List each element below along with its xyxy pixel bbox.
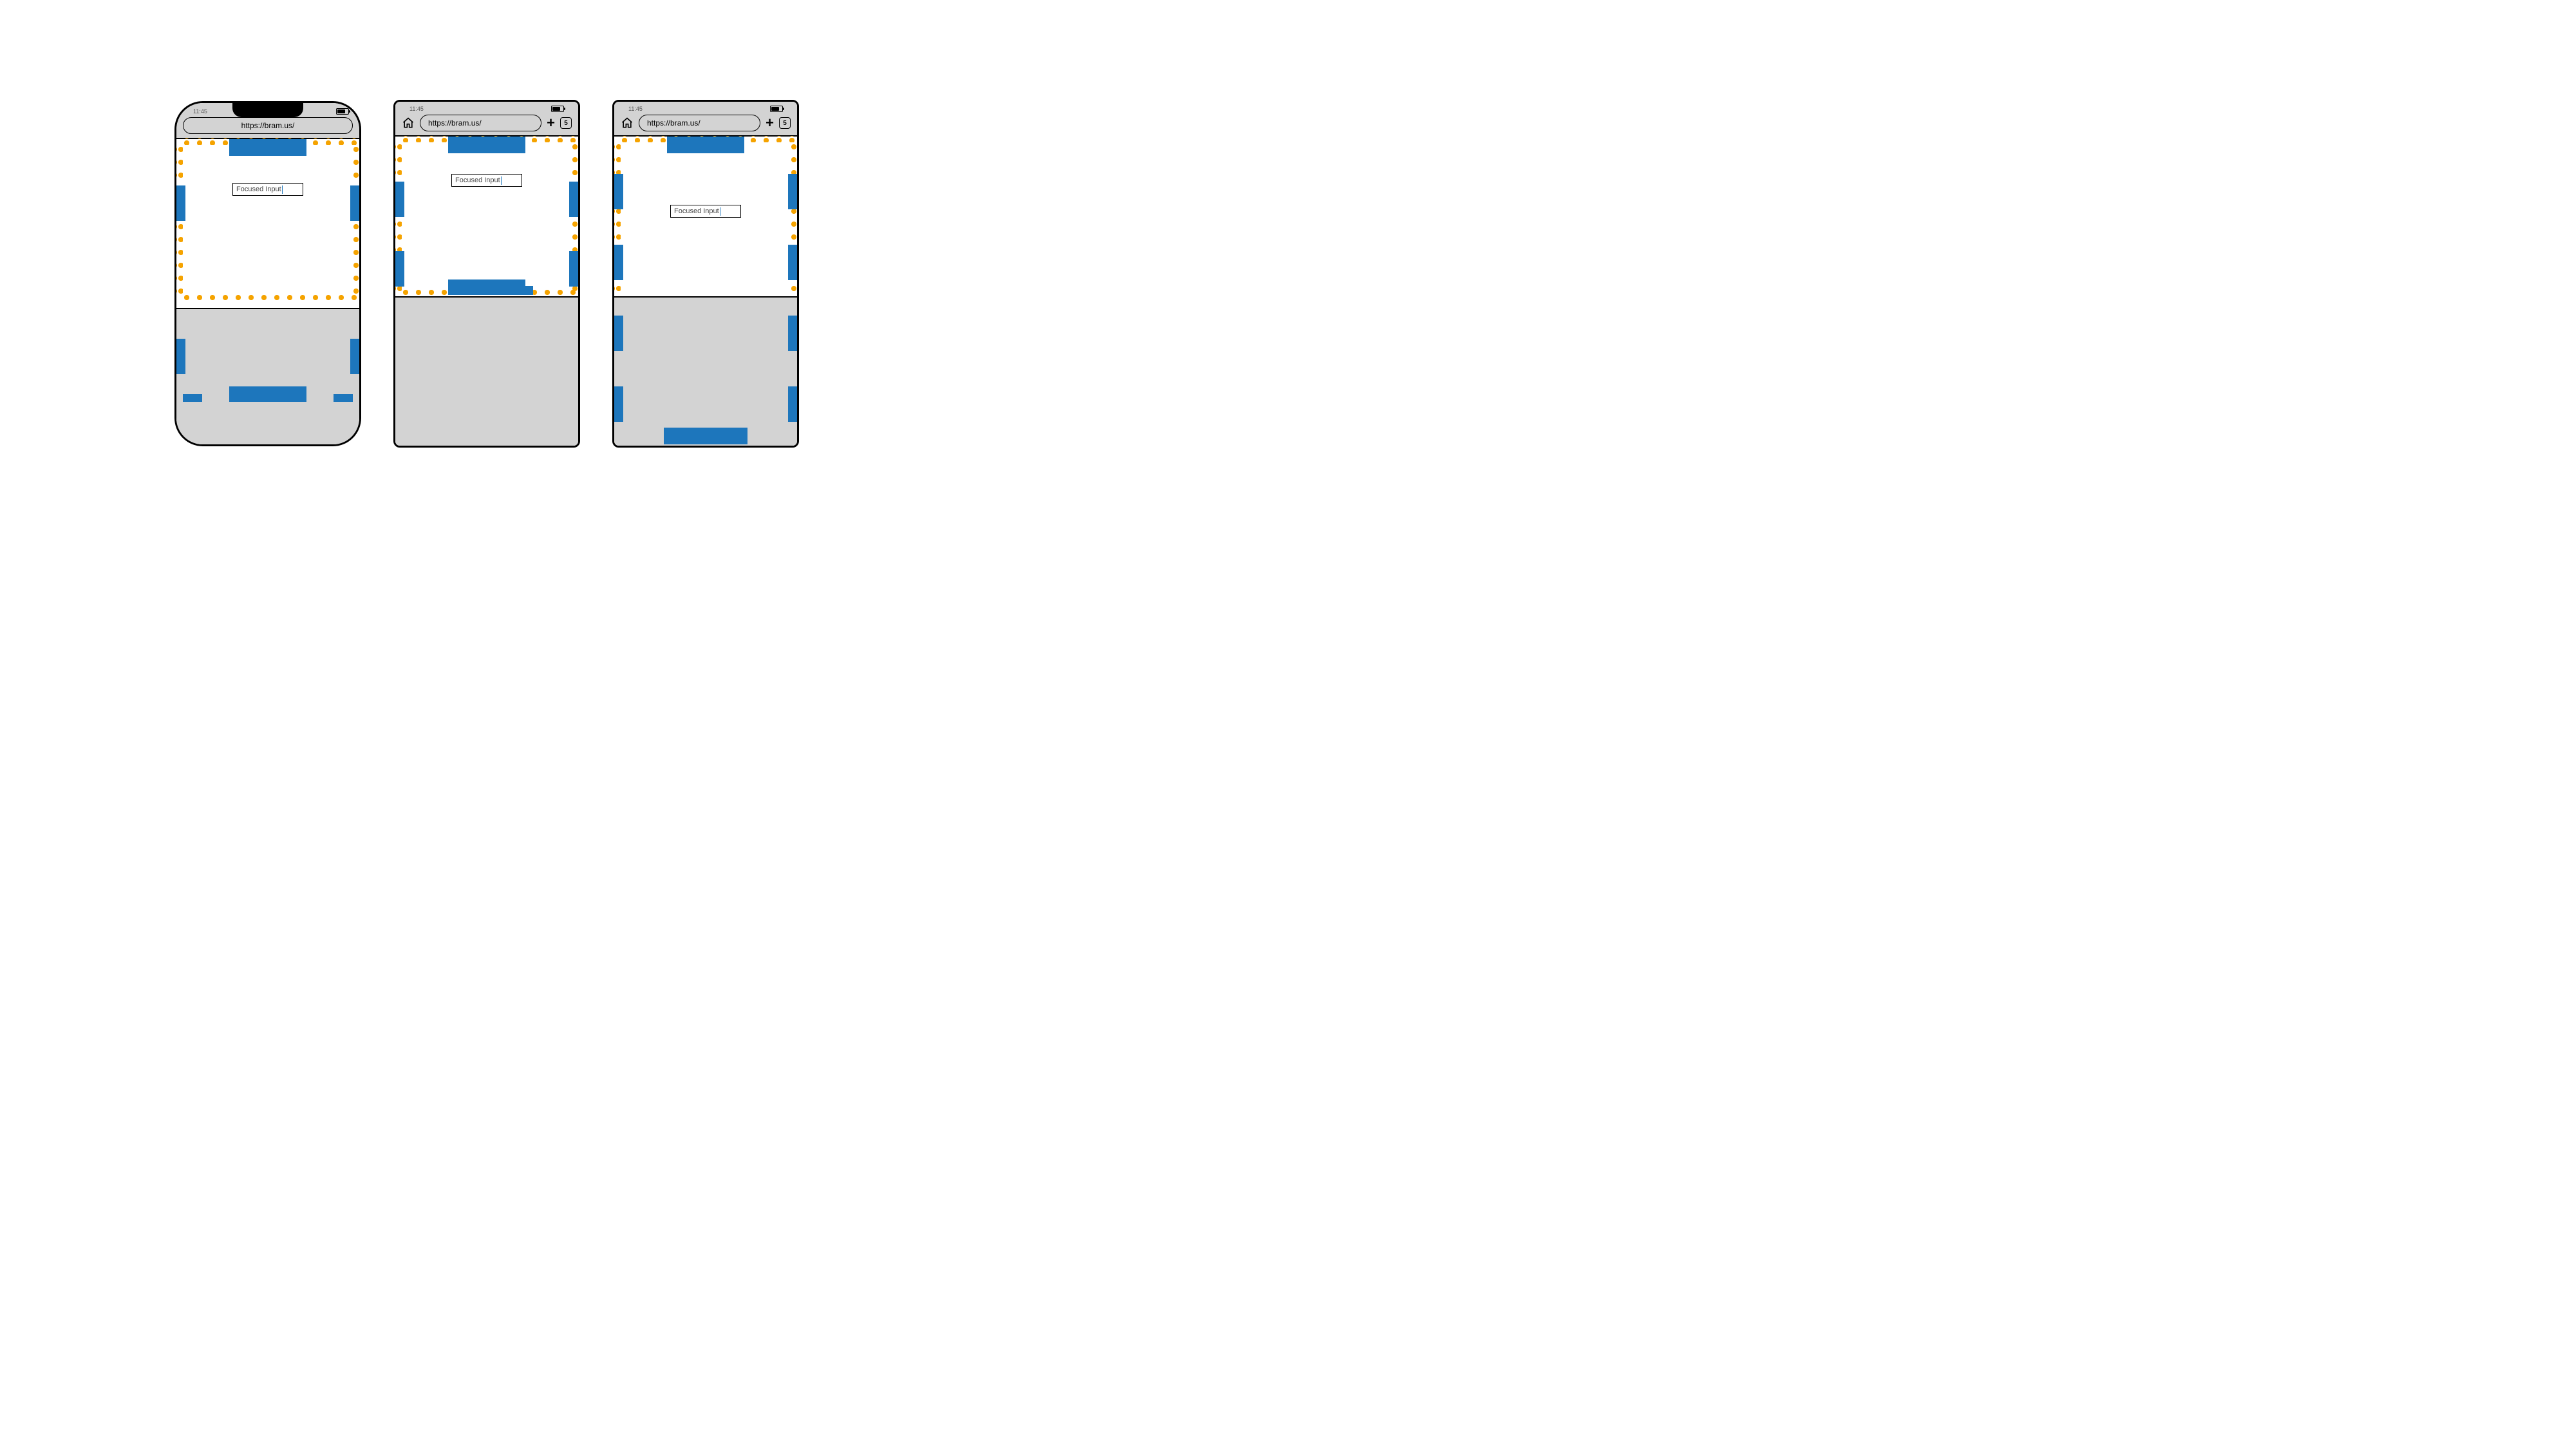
battery-icon xyxy=(336,108,349,115)
virtual-keyboard[interactable] xyxy=(395,296,578,446)
notch xyxy=(232,102,303,117)
fixed-right-block-mid xyxy=(788,245,797,280)
fixed-right-block xyxy=(350,185,359,221)
sticky-top-block xyxy=(667,137,744,153)
fixed-right-block-lower xyxy=(569,251,578,287)
battery-icon xyxy=(551,106,564,112)
url-text: https://bram.us/ xyxy=(241,121,295,130)
browser-chrome: 11:45 https://bram.us/ + 5 xyxy=(614,102,797,135)
address-bar[interactable]: https://bram.us/ xyxy=(420,115,541,131)
virtual-keyboard[interactable] xyxy=(176,308,359,444)
phone-ios: 11:45 https://bram.us/ Focused Input xyxy=(174,101,361,446)
text-caret xyxy=(501,176,502,185)
input-value: Focused Input xyxy=(455,176,500,184)
fixed-right-block xyxy=(569,182,578,217)
status-bar: 11:45 xyxy=(402,104,572,113)
fixed-left-block xyxy=(176,185,185,221)
tab-counter[interactable]: 5 xyxy=(779,117,791,129)
fixed-left-block-mid xyxy=(614,245,623,280)
fixed-left-block xyxy=(395,182,404,217)
fixed-right-block xyxy=(788,174,797,209)
sticky-top-block xyxy=(229,139,306,156)
input-value: Focused Input xyxy=(236,185,281,193)
fixed-left-block-lower xyxy=(395,251,404,287)
url-text: https://bram.us/ xyxy=(428,118,482,128)
sticky-top-block xyxy=(448,137,525,153)
bottom-left-chip xyxy=(183,394,202,402)
home-icon[interactable] xyxy=(402,117,415,129)
fixed-right-block-lower xyxy=(788,386,797,422)
home-icon[interactable] xyxy=(621,117,634,129)
tab-counter[interactable]: 5 xyxy=(560,117,572,129)
fixed-left-block-low xyxy=(614,316,623,351)
new-tab-button[interactable]: + xyxy=(766,116,774,130)
sticky-bottom-step xyxy=(525,286,533,295)
fixed-right-block-occluded xyxy=(350,339,359,374)
visual-viewport-outline xyxy=(395,137,578,295)
sticky-bottom-block-occluded xyxy=(229,386,306,402)
visual-viewport-outline xyxy=(176,139,359,300)
browser-chrome: 11:45 https://bram.us/ + 5 xyxy=(395,102,578,135)
new-tab-button[interactable]: + xyxy=(547,116,555,130)
input-value: Focused Input xyxy=(674,207,719,215)
clock-label: 11:45 xyxy=(409,106,424,112)
virtual-keyboard[interactable] xyxy=(614,296,797,446)
focused-input[interactable]: Focused Input xyxy=(670,205,741,218)
focused-input[interactable]: Focused Input xyxy=(232,183,303,196)
fixed-left-block-lower xyxy=(614,386,623,422)
clock-label: 11:45 xyxy=(193,108,207,115)
focused-input[interactable]: Focused Input xyxy=(451,174,522,187)
sticky-bottom-block xyxy=(448,279,525,295)
clock-label: 11:45 xyxy=(628,106,643,112)
fixed-right-block-low xyxy=(788,316,797,351)
phone-resize-visual: 11:45 https://bram.us/ + 5 xyxy=(393,100,580,448)
bottom-right-chip xyxy=(334,394,353,402)
fixed-left-block xyxy=(614,174,623,209)
address-bar[interactable]: https://bram.us/ xyxy=(183,117,353,134)
fixed-left-block-occluded xyxy=(176,339,185,374)
text-caret xyxy=(282,185,283,194)
phone-resize-none: 11:45 https://bram.us/ + 5 xyxy=(612,100,799,448)
url-text: https://bram.us/ xyxy=(647,118,700,128)
battery-icon xyxy=(770,106,783,112)
status-bar: 11:45 xyxy=(621,104,791,113)
sticky-bottom-block xyxy=(664,428,747,444)
address-bar[interactable]: https://bram.us/ xyxy=(639,115,760,131)
